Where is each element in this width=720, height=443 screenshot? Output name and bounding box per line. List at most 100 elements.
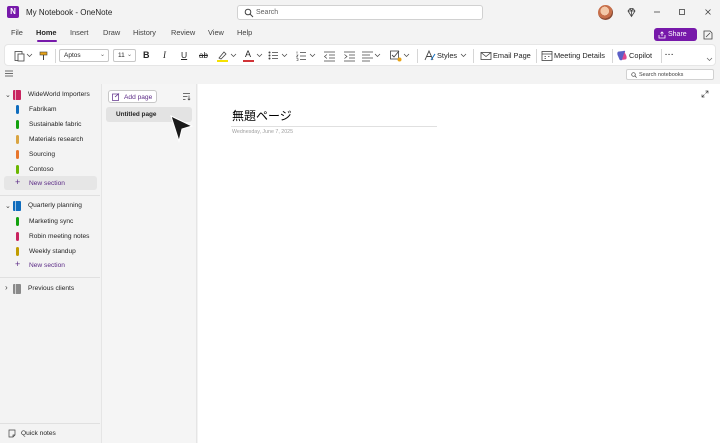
close-icon[interactable] (703, 7, 713, 17)
tab-history[interactable]: History (133, 28, 156, 37)
increase-indent-icon[interactable] (343, 49, 356, 62)
minimize-icon[interactable] (652, 7, 662, 17)
section-materials-research[interactable]: Materials research (4, 132, 97, 146)
chevron-down-icon[interactable] (374, 49, 381, 62)
font-name-select[interactable]: Aptos ⌄ (59, 49, 109, 62)
chevron-right-icon[interactable]: › (5, 283, 8, 292)
search-icon (631, 72, 637, 78)
share-label: Share (668, 31, 687, 38)
section-marketing-sync[interactable]: Marketing sync (4, 214, 97, 228)
section-robin-meeting-notes[interactable]: Robin meeting notes (4, 229, 97, 243)
more-options-button[interactable]: ... (665, 46, 674, 59)
page-title[interactable]: 無題ページ (232, 107, 292, 124)
notebook-name: Quarterly planning (28, 202, 82, 209)
email-page-button[interactable]: Email Page (493, 49, 531, 62)
ribbon-collapse-icon[interactable] (706, 57, 713, 62)
avatar[interactable] (598, 5, 613, 20)
page-canvas[interactable]: 無題ページ Wednesday, June 7, 2025 (198, 84, 720, 443)
chevron-down-icon[interactable] (230, 49, 237, 62)
notebook-icon (13, 201, 21, 211)
new-section-button[interactable]: + New section (4, 258, 97, 272)
section-label: Fabrikam (29, 106, 57, 113)
section-sustainable-fabric[interactable]: Sustainable fabric (4, 117, 97, 131)
highlighter-icon[interactable] (216, 49, 229, 62)
italic-button[interactable]: I (163, 49, 166, 62)
notebook-previous-clients[interactable]: › Previous clients (0, 283, 100, 295)
expand-icon[interactable] (701, 90, 709, 98)
notebook-wideworld-importers[interactable]: ⌄ WideWorld Importers (0, 89, 100, 101)
sticky-pen-icon[interactable] (702, 29, 714, 41)
search-icon (244, 8, 254, 18)
section-color-tab (16, 120, 19, 129)
ribbon-toolbar: Aptos ⌄ 11 ⌄ B I U ab A Styles Email Pag… (4, 44, 716, 66)
share-button[interactable]: Share (654, 28, 697, 41)
styles-button[interactable]: Styles (437, 49, 457, 62)
copilot-button[interactable]: Copilot (629, 49, 652, 62)
divider (0, 277, 100, 278)
search-notebooks-input[interactable]: Search notebooks (626, 69, 714, 80)
quick-notes-button[interactable]: Quick notes (0, 424, 100, 443)
page-item-label: Untitled page (116, 111, 157, 118)
section-color-tab (16, 105, 19, 114)
maximize-icon[interactable] (677, 7, 687, 17)
align-icon[interactable] (361, 49, 374, 62)
tab-review[interactable]: Review (171, 28, 195, 37)
section-sourcing[interactable]: Sourcing (4, 147, 97, 161)
format-painter-icon[interactable] (38, 49, 50, 62)
chevron-down-icon[interactable] (256, 49, 263, 62)
tab-draw[interactable]: Draw (103, 28, 120, 37)
copilot-icon[interactable] (616, 49, 628, 62)
bullet-list-icon[interactable] (267, 49, 280, 62)
chevron-down-icon[interactable] (309, 49, 316, 62)
font-color-swatch (243, 60, 254, 62)
paste-icon[interactable] (13, 49, 26, 62)
chevron-down-icon[interactable]: ⌄ (5, 202, 11, 210)
strikethrough-button[interactable]: ab (199, 49, 208, 62)
chevron-down-icon[interactable] (281, 49, 288, 62)
add-page-label: Add page (124, 94, 153, 101)
notebook-icon (13, 90, 21, 100)
chevron-down-icon[interactable] (403, 49, 410, 62)
tag-checkbox-icon[interactable] (389, 49, 402, 62)
notebook-quarterly-planning[interactable]: ⌄ Quarterly planning (0, 200, 100, 212)
section-contoso[interactable]: Contoso (4, 162, 97, 176)
decrease-indent-icon[interactable] (323, 49, 336, 62)
ribbon-divider (55, 49, 56, 63)
divider (0, 195, 100, 196)
font-color-letter: A (245, 49, 252, 59)
navigation-menu-icon[interactable] (5, 70, 13, 77)
section-label: Sourcing (29, 151, 56, 158)
section-label: Contoso (29, 166, 54, 173)
tab-view[interactable]: View (208, 28, 224, 37)
sort-icon[interactable] (182, 92, 191, 101)
numbered-list-icon[interactable] (295, 49, 308, 62)
quick-notes-icon (8, 429, 16, 438)
font-color-button[interactable]: A (245, 49, 251, 60)
meeting-details-icon[interactable] (541, 49, 553, 62)
chevron-down-icon[interactable] (26, 49, 33, 62)
bold-button[interactable]: B (143, 49, 150, 62)
underline-button[interactable]: U (181, 49, 187, 62)
tab-home[interactable]: Home (36, 28, 57, 37)
new-section-label: New section (29, 180, 65, 187)
new-section-button[interactable]: + New section (4, 176, 97, 190)
premium-diamond-icon[interactable] (626, 7, 637, 18)
chevron-down-icon: ⌄ (126, 52, 132, 58)
styles-icon[interactable] (424, 49, 436, 62)
section-color-tab (16, 135, 19, 144)
chevron-down-icon[interactable]: ⌄ (5, 91, 11, 99)
plus-icon: + (15, 259, 21, 269)
tab-file[interactable]: File (11, 28, 23, 37)
email-icon[interactable] (480, 49, 492, 62)
add-page-button[interactable]: Add page (108, 90, 157, 103)
search-box[interactable]: Search (237, 5, 483, 20)
tab-help[interactable]: Help (237, 28, 252, 37)
section-weekly-standup[interactable]: Weekly standup (4, 244, 97, 258)
ribbon-divider (661, 49, 662, 63)
meeting-details-button[interactable]: Meeting Details (554, 49, 605, 62)
font-size-select[interactable]: 11 ⌄ (113, 49, 136, 62)
section-color-tab (16, 150, 19, 159)
section-fabrikam[interactable]: Fabrikam (4, 102, 97, 116)
tab-insert[interactable]: Insert (70, 28, 88, 37)
chevron-down-icon[interactable] (460, 49, 467, 62)
